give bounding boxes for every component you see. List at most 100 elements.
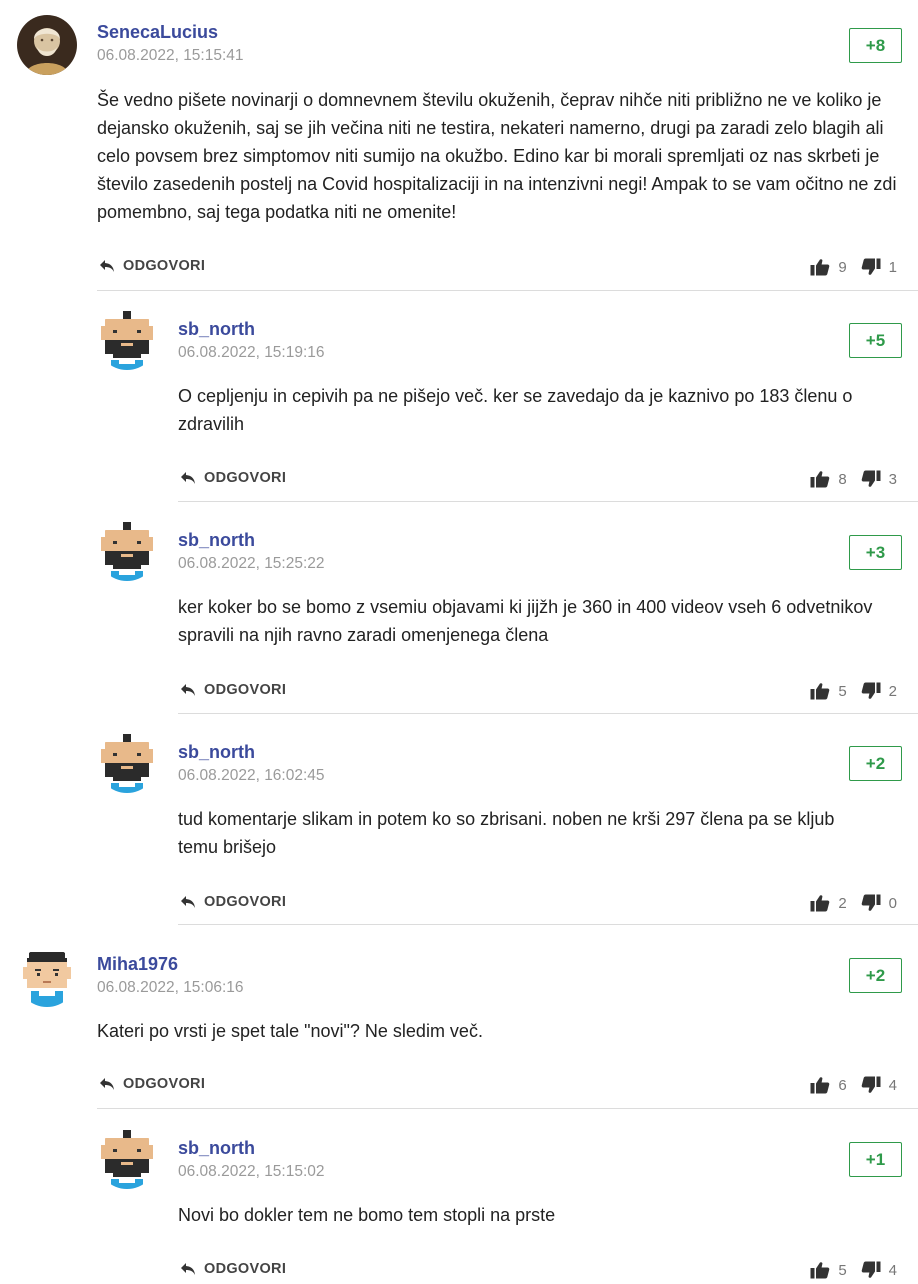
reply-button[interactable]: ODGOVORI: [180, 894, 286, 910]
dislike-button[interactable]: 0: [861, 894, 897, 912]
dislike-count: 0: [888, 894, 897, 912]
like-button[interactable]: 9: [810, 258, 847, 276]
score-badge: +5: [849, 323, 902, 358]
reply-label: ODGOVORI: [204, 1261, 287, 1277]
like-count: 2: [838, 894, 847, 912]
reply-label: ODGOVORI: [204, 470, 287, 486]
pixel-bearded-avatar-icon: [101, 522, 153, 581]
avatar[interactable]: [97, 733, 157, 793]
comment-text: ker koker bo se bomo z vsemiu objavami k…: [178, 597, 873, 645]
reply-label: ODGOVORI: [123, 1076, 206, 1092]
thumbs-up-icon: [810, 682, 830, 700]
vote-controls: 5 2: [810, 682, 897, 700]
reply-button[interactable]: ODGOVORI: [180, 1261, 286, 1277]
divider: [97, 290, 918, 291]
thumbs-up-icon: [810, 1076, 830, 1094]
author-name[interactable]: sb_north: [178, 1138, 255, 1159]
reply-button[interactable]: ODGOVORI: [180, 470, 286, 486]
timestamp: 06.08.2022, 15:15:02: [178, 1163, 325, 1180]
reply-button[interactable]: ODGOVORI: [99, 258, 205, 274]
avatar[interactable]: [97, 310, 157, 370]
dislike-count: 4: [888, 1261, 897, 1279]
score-badge: +2: [849, 958, 902, 993]
pixel-bearded-avatar-icon: [101, 1130, 153, 1189]
reply-icon: [180, 471, 196, 485]
comment-text: O cepljenju in cepivih pa ne pišejo več.…: [178, 386, 853, 434]
comment-text: tud komentarje slikam in potem ko so zbr…: [178, 809, 835, 857]
thumbs-up-icon: [810, 894, 830, 912]
reply-icon: [99, 1077, 115, 1091]
dislike-button[interactable]: 1: [861, 258, 897, 276]
author-name[interactable]: SenecaLucius: [97, 22, 218, 43]
vote-controls: 6 4: [810, 1076, 897, 1094]
divider: [97, 1108, 918, 1109]
score-badge: +2: [849, 746, 902, 781]
comment-text: Novi bo dokler tem ne bomo tem stopli na…: [178, 1205, 556, 1225]
author-name[interactable]: sb_north: [178, 530, 255, 551]
reply-icon: [180, 895, 196, 909]
like-button[interactable]: 2: [810, 894, 847, 912]
comment: sb_north 06.08.2022, 16:02:45 +2 tud kom…: [0, 714, 918, 926]
vote-controls: 5 4: [810, 1261, 897, 1279]
comment: sb_north 06.08.2022, 15:25:22 +3 ker kok…: [0, 502, 918, 714]
like-button[interactable]: 6: [810, 1076, 847, 1094]
reply-button[interactable]: ODGOVORI: [99, 1076, 205, 1092]
thumbs-up-icon: [810, 470, 830, 488]
like-count: 5: [838, 1261, 847, 1279]
vote-controls: 2 0: [810, 894, 897, 912]
avatar[interactable]: [17, 947, 77, 1007]
thumbs-down-icon: [861, 1076, 881, 1094]
reply-icon: [180, 683, 196, 697]
comment-text: Kateri po vrsti je spet tale "novi"? Ne …: [97, 1021, 483, 1041]
comment: sb_north 06.08.2022, 15:19:16 +5 O ceplj…: [0, 292, 918, 502]
vote-controls: 8 3: [810, 470, 897, 488]
like-button[interactable]: 8: [810, 470, 847, 488]
comment: Miha1976 06.08.2022, 15:06:16 +2 Kateri …: [0, 926, 918, 1110]
avatar[interactable]: [97, 521, 157, 581]
dislike-button[interactable]: 4: [861, 1076, 897, 1094]
thumbs-up-icon: [810, 258, 830, 276]
like-count: 9: [838, 258, 847, 276]
author-name[interactable]: sb_north: [178, 742, 255, 763]
like-button[interactable]: 5: [810, 682, 847, 700]
dislike-button[interactable]: 3: [861, 470, 897, 488]
comment: sb_north 06.08.2022, 15:15:02 +1 Novi bo…: [0, 1110, 918, 1284]
score-badge: +1: [849, 1142, 902, 1177]
reply-label: ODGOVORI: [204, 682, 287, 698]
reply-label: ODGOVORI: [123, 258, 206, 274]
like-count: 8: [838, 470, 847, 488]
thumbs-down-icon: [861, 1261, 881, 1279]
pixel-bearded-avatar-icon: [101, 734, 153, 793]
comment: SenecaLucius 06.08.2022, 15:15:41 +8 Še …: [0, 0, 918, 292]
like-button[interactable]: 5: [810, 1261, 847, 1279]
author-name[interactable]: sb_north: [178, 319, 255, 340]
reply-button[interactable]: ODGOVORI: [180, 682, 286, 698]
timestamp: 06.08.2022, 15:25:22: [178, 555, 325, 572]
dislike-button[interactable]: 4: [861, 1261, 897, 1279]
dislike-count: 2: [888, 682, 897, 700]
comment-text: Še vedno pišete novinarji o domnevnem št…: [97, 90, 897, 222]
pixel-face-avatar-icon: [23, 952, 71, 1007]
thumbs-up-icon: [810, 1261, 830, 1279]
divider: [178, 924, 918, 925]
avatar[interactable]: [17, 15, 77, 75]
dislike-count: 3: [888, 470, 897, 488]
timestamp: 06.08.2022, 15:15:41: [97, 47, 244, 64]
timestamp: 06.08.2022, 16:02:45: [178, 767, 325, 784]
thumbs-down-icon: [861, 470, 881, 488]
dislike-count: 1: [888, 258, 897, 276]
bust-photo-icon: [17, 15, 77, 75]
score-badge: +8: [849, 28, 902, 63]
like-count: 5: [838, 682, 847, 700]
thumbs-down-icon: [861, 258, 881, 276]
thumbs-down-icon: [861, 682, 881, 700]
avatar[interactable]: [97, 1129, 157, 1189]
score-badge: +3: [849, 535, 902, 570]
dislike-button[interactable]: 2: [861, 682, 897, 700]
timestamp: 06.08.2022, 15:19:16: [178, 344, 325, 361]
like-count: 6: [838, 1076, 847, 1094]
reply-icon: [180, 1262, 196, 1276]
reply-label: ODGOVORI: [204, 894, 287, 910]
vote-controls: 9 1: [810, 258, 897, 276]
author-name[interactable]: Miha1976: [97, 954, 178, 975]
